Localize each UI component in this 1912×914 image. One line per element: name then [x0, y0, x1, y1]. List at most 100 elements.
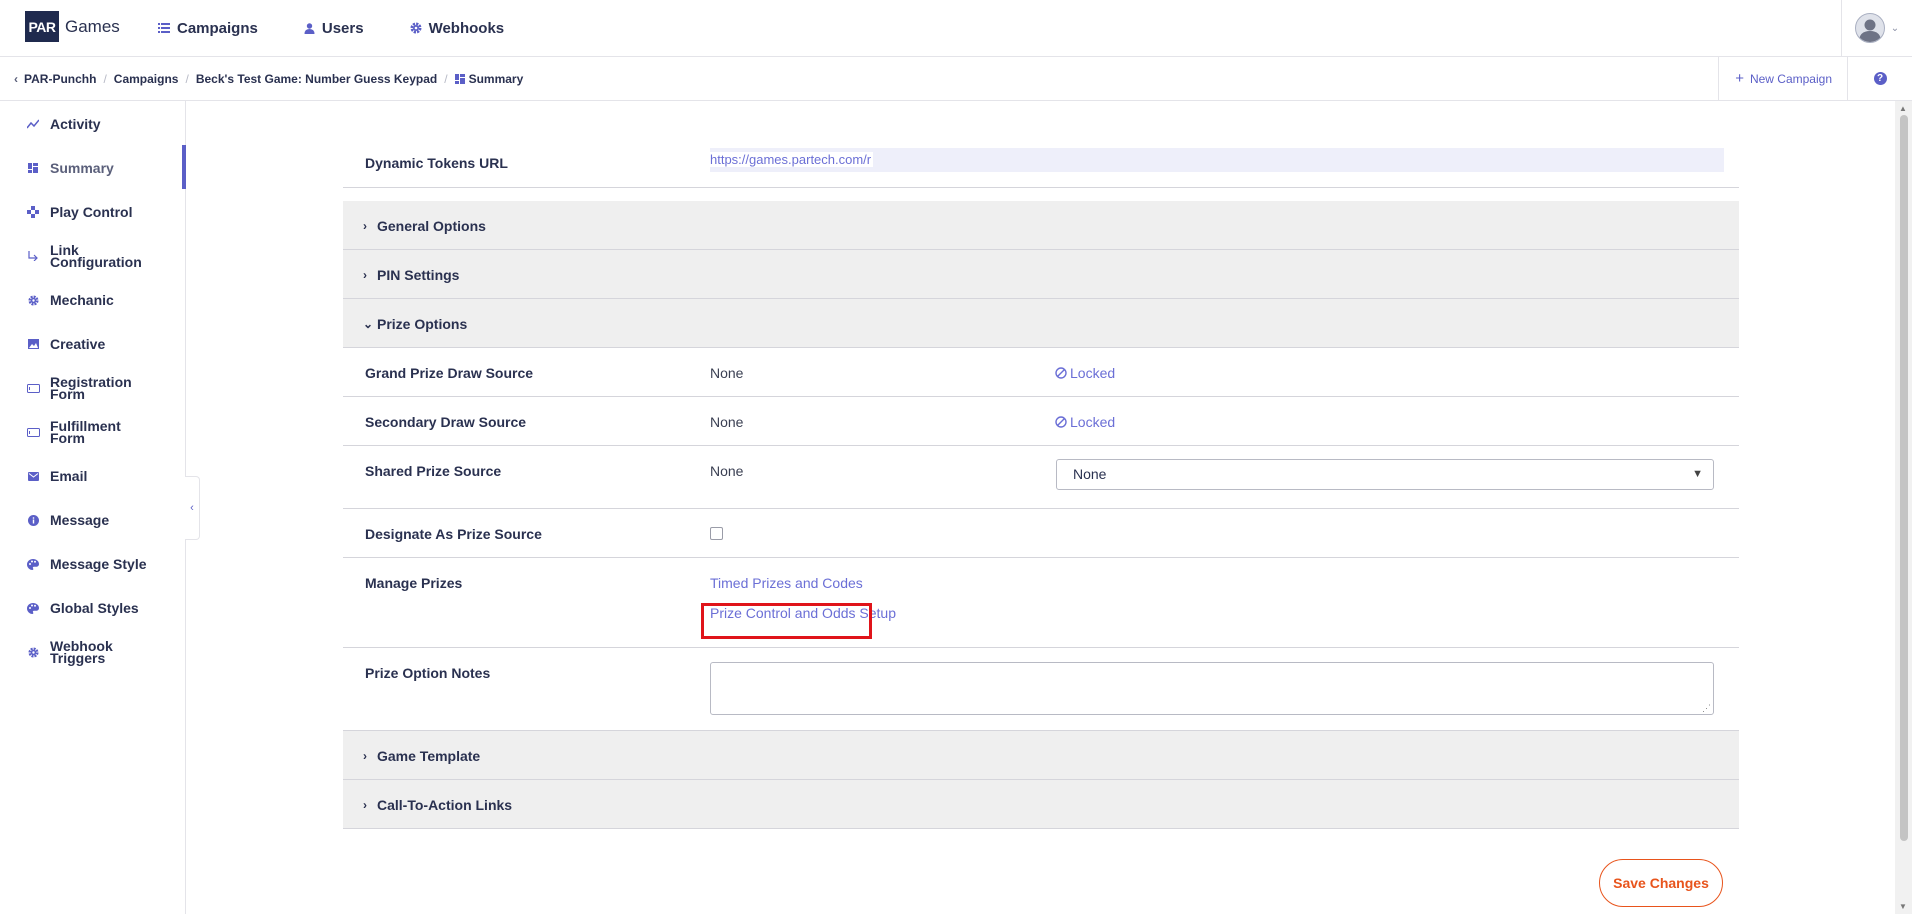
sidebar-item-summary[interactable]: Summary	[0, 155, 185, 181]
sidebar-item-link-configuration[interactable]: Link Configuration	[0, 239, 185, 273]
new-campaign-button[interactable]: + New Campaign	[1718, 57, 1848, 100]
image-icon	[24, 339, 42, 349]
sidebar-item-activity[interactable]: Activity	[0, 111, 185, 137]
scrollbar[interactable]: ▲ ▼	[1895, 101, 1912, 914]
sidebar-item-global-styles[interactable]: Global Styles	[0, 595, 185, 621]
dynamic-tokens-row: Dynamic Tokens URL https://games.partech…	[343, 136, 1739, 188]
gear-icon	[24, 294, 42, 306]
manage-prizes-row: Manage Prizes Timed Prizes and Codes Pri…	[343, 558, 1739, 648]
section-template-label: Game Template	[377, 748, 481, 764]
gear-icon	[410, 22, 422, 34]
prize-notes-textarea[interactable]: ⋰	[710, 662, 1714, 715]
designate-checkbox[interactable]	[710, 527, 723, 540]
timed-prizes-link[interactable]: Timed Prizes and Codes	[710, 575, 863, 591]
scroll-up-icon[interactable]: ▲	[1899, 104, 1907, 113]
chevron-right-icon: ›	[363, 798, 367, 812]
scroll-thumb[interactable]	[1900, 115, 1908, 841]
nav-users[interactable]: Users	[304, 20, 364, 37]
chevron-right-icon: ›	[363, 219, 367, 233]
section-pin-settings[interactable]: › PIN Settings	[343, 250, 1739, 299]
sidebar-collapse-button[interactable]: ‹	[185, 476, 200, 540]
grand-prize-value: None	[710, 365, 744, 381]
sidebar-item-label: Webhook Triggers	[50, 638, 113, 666]
chevron-down-icon: ▼	[1692, 468, 1703, 480]
shared-prize-select-value: None	[1073, 466, 1107, 482]
nav-users-label: Users	[321, 19, 364, 37]
chevron-down-icon: ⌄	[363, 317, 374, 331]
sidebar-item-registration-form[interactable]: Registration Form	[0, 371, 185, 405]
breadcrumb-bar: ‹ PAR-Punchh / Campaigns / Beck's Test G…	[0, 57, 1912, 101]
new-campaign-label: New Campaign	[1749, 71, 1832, 86]
breadcrumb-separator: /	[444, 71, 448, 86]
nav-webhooks[interactable]: Webhooks	[410, 20, 504, 37]
dashboard-icon	[454, 73, 465, 84]
section-cta-links[interactable]: › Call-To-Action Links	[343, 780, 1739, 829]
sidebar-item-play-control[interactable]: Play Control	[0, 199, 185, 225]
sidebar: Activity Summary Play Control Link Confi…	[0, 101, 186, 914]
breadcrumb-game[interactable]: Beck's Test Game: Number Guess Keypad	[196, 72, 437, 86]
section-general-options[interactable]: › General Options	[343, 201, 1739, 250]
form-icon	[24, 427, 42, 437]
secondary-draw-label: Secondary Draw Source	[365, 414, 527, 430]
sidebar-item-label: Creative	[50, 336, 106, 352]
email-icon	[24, 471, 42, 481]
lock-ban-icon	[1055, 416, 1067, 428]
top-bar: PAR Games Campaigns Users Webhooks ⌄	[0, 0, 1912, 57]
dynamic-tokens-url[interactable]: https://games.partech.com/r	[710, 148, 1724, 172]
section-general-label: General Options	[377, 218, 486, 234]
chevron-right-icon: ›	[363, 268, 367, 282]
secondary-draw-status: Locked	[1070, 414, 1116, 430]
section-title: › Call-To-Action Links	[363, 797, 512, 813]
grand-prize-label: Grand Prize Draw Source	[365, 365, 534, 381]
form-icon	[24, 383, 42, 393]
brand-logo[interactable]: PAR Games	[25, 11, 120, 42]
breadcrumb: ‹ PAR-Punchh / Campaigns / Beck's Test G…	[14, 57, 523, 100]
grand-prize-row: Grand Prize Draw Source None Locked	[343, 348, 1739, 397]
sidebar-item-label: Message Style	[50, 556, 147, 572]
breadcrumb-campaigns[interactable]: Campaigns	[114, 72, 179, 86]
sidebar-item-label: Registration Form	[50, 374, 132, 402]
section-title: ⌄ Prize Options	[363, 316, 467, 332]
nav-campaigns[interactable]: Campaigns	[158, 20, 258, 37]
chevron-left-icon[interactable]: ‹	[14, 72, 18, 86]
chevron-down-icon: ⌄	[1890, 22, 1900, 34]
nav-campaigns-label: Campaigns	[177, 19, 258, 37]
logo-text: Games	[65, 16, 120, 36]
shared-prize-value: None	[710, 463, 744, 479]
section-title: › Game Template	[363, 748, 480, 764]
list-icon	[158, 23, 170, 33]
section-prize-label: Prize Options	[377, 316, 468, 332]
shared-prize-select[interactable]: None ▼	[1056, 459, 1714, 490]
dynamic-tokens-url-text: https://games.partech.com/r	[710, 152, 874, 167]
sidebar-item-label: Play Control	[50, 204, 133, 220]
sidebar-item-creative[interactable]: Creative	[0, 331, 185, 357]
sidebar-item-email[interactable]: Email	[0, 463, 185, 489]
plus-icon: +	[1735, 70, 1744, 87]
section-prize-options[interactable]: ⌄ Prize Options	[343, 299, 1739, 348]
play-control-icon	[24, 206, 42, 218]
dynamic-tokens-label: Dynamic Tokens URL	[365, 155, 508, 171]
sidebar-item-mechanic[interactable]: Mechanic	[0, 287, 185, 313]
section-game-template[interactable]: › Game Template	[343, 731, 1739, 780]
scroll-down-icon[interactable]: ▼	[1899, 902, 1907, 911]
secondary-draw-row: Secondary Draw Source None Locked	[343, 397, 1739, 446]
save-changes-button[interactable]: Save Changes	[1599, 859, 1723, 907]
sidebar-item-message[interactable]: Message	[0, 507, 185, 533]
sidebar-item-webhook-triggers[interactable]: Webhook Triggers	[0, 635, 185, 669]
sidebar-item-label: Message	[50, 512, 110, 528]
resize-grip-icon: ⋰	[1702, 703, 1711, 713]
secondary-draw-value: None	[710, 414, 744, 430]
user-menu[interactable]: ⌄	[1841, 0, 1912, 56]
sidebar-item-label: Summary	[50, 160, 114, 176]
help-button[interactable]: ?	[1847, 57, 1912, 100]
shared-prize-row: Shared Prize Source None None ▼	[343, 446, 1739, 509]
breadcrumb-root[interactable]: PAR-Punchh	[24, 72, 96, 86]
sidebar-item-label: Fulfillment Form	[50, 418, 121, 446]
lock-ban-icon	[1055, 367, 1067, 379]
sidebar-item-message-style[interactable]: Message Style	[0, 551, 185, 577]
summary-icon	[24, 163, 42, 173]
avatar	[1854, 13, 1885, 43]
sidebar-item-fulfillment-form[interactable]: Fulfillment Form	[0, 415, 185, 449]
prize-notes-label: Prize Option Notes	[365, 665, 491, 681]
secondary-draw-locked: Locked	[1055, 414, 1115, 430]
